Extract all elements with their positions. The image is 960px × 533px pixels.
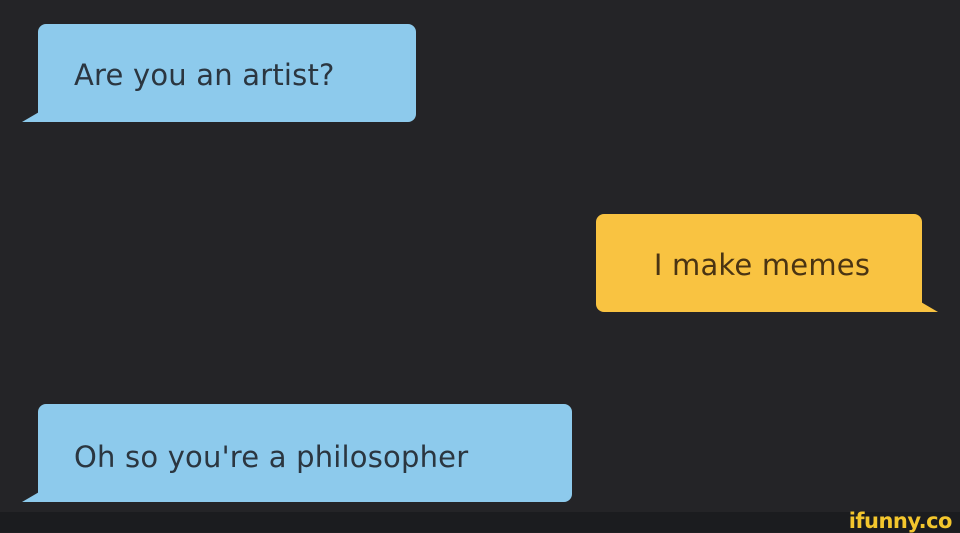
bubble-tail (914, 298, 938, 312)
bubble-tail (22, 108, 46, 122)
message-bubble-outgoing[interactable]: I make memes (596, 214, 922, 312)
message-bubble-incoming[interactable]: Are you an artist? (38, 24, 416, 122)
message-text: Oh so you're a philosopher (74, 440, 469, 474)
bubble-tail (22, 488, 46, 502)
chat-thread: Are you an artist? I make memes Oh so yo… (0, 0, 960, 512)
watermark-bar (0, 512, 960, 532)
message-text: I make memes (653, 248, 871, 282)
message-text: Are you an artist? (74, 58, 335, 92)
ifunny-watermark-logo: ifunny.co (848, 509, 953, 533)
message-bubble-incoming[interactable]: Oh so you're a philosopher (38, 404, 572, 502)
